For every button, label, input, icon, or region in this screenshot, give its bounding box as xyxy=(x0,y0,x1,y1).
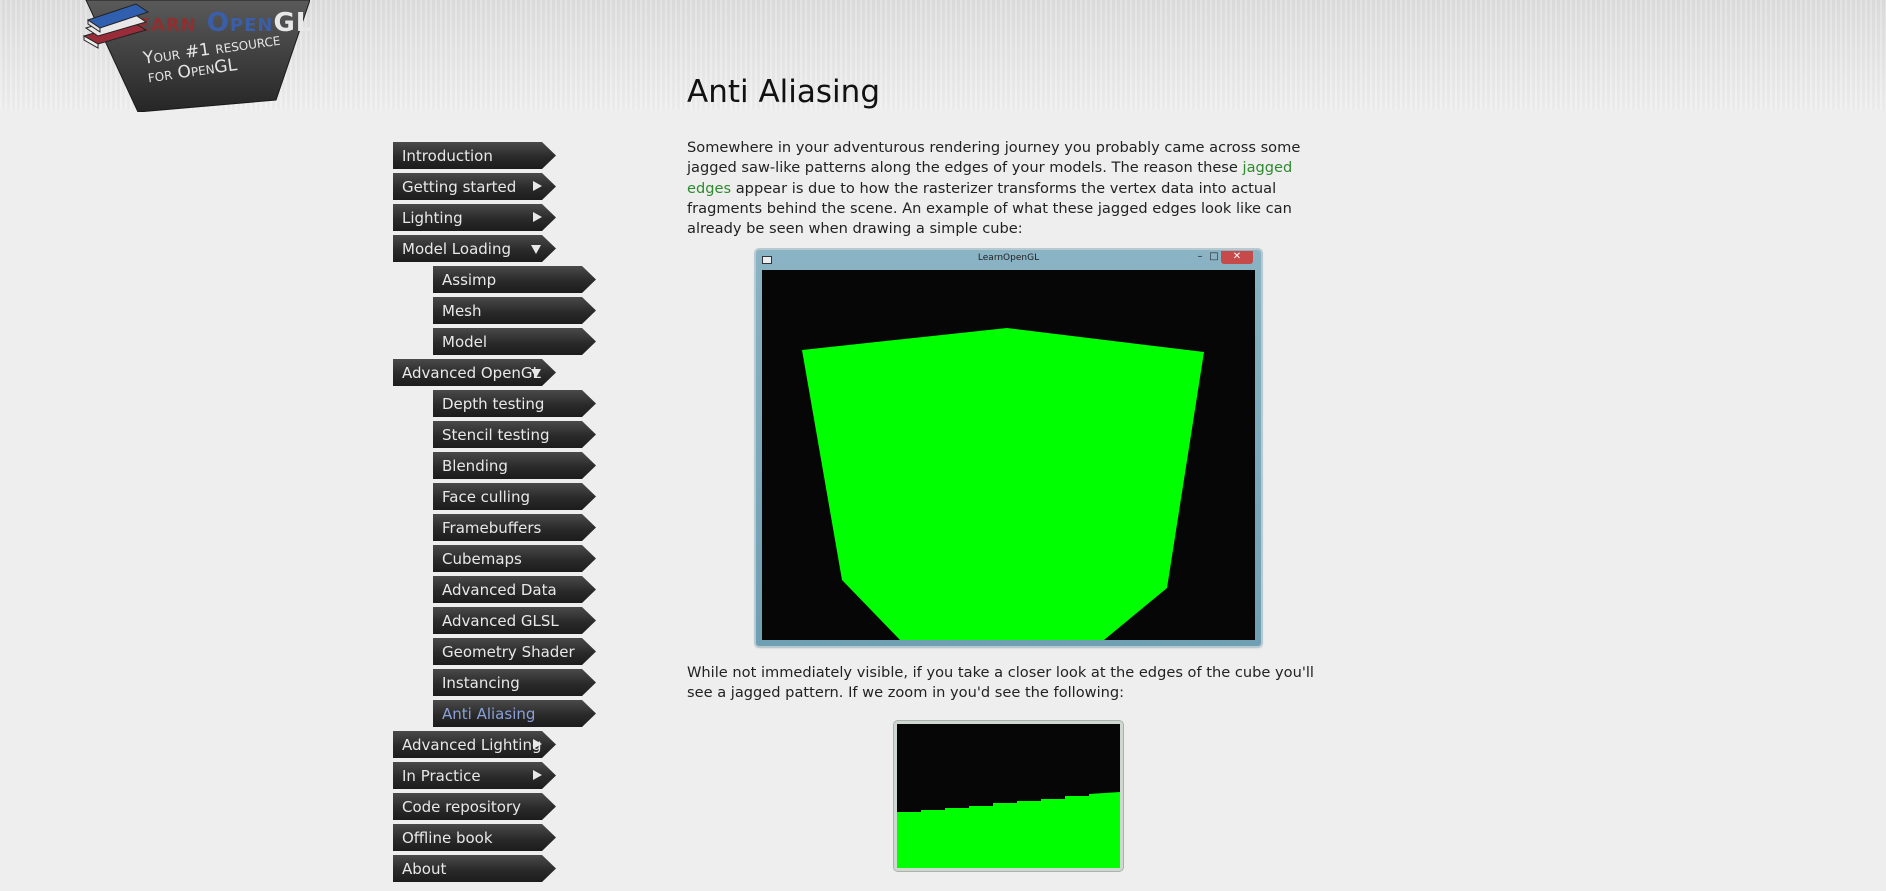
sidebar-item-label: Offline book xyxy=(402,829,493,847)
sidebar-item-label: Introduction xyxy=(402,147,493,165)
window-title: LearnOpenGL xyxy=(977,253,1040,263)
article: Anti Aliasing Somewhere in your adventur… xyxy=(687,70,1327,871)
sidebar-item-label: About xyxy=(402,860,447,878)
sidebar-item-label: In Practice xyxy=(402,767,481,785)
sidebar-item-label: Assimp xyxy=(442,271,497,289)
sidebar-item-label: Advanced GLSL xyxy=(442,612,559,630)
sidebar-item-label: Depth testing xyxy=(442,395,545,413)
sidebar-item-label: Mesh xyxy=(442,302,482,320)
sidebar-item-label: Face culling xyxy=(442,488,530,506)
sidebar-item-label: Advanced Data xyxy=(442,581,557,599)
intro-text-2: appear is due to how the rasterizer tran… xyxy=(687,179,1292,238)
sidebar-item-label: Cubemaps xyxy=(442,550,522,568)
page: Learn OpenGL Your #1 resource for OpenGL… xyxy=(0,0,1886,891)
chevron-down-icon xyxy=(531,369,541,378)
chevron-right-icon xyxy=(533,739,542,749)
sidebar-item-label: Advanced Lighting xyxy=(402,736,542,754)
sidebar-item-label: Instancing xyxy=(442,674,520,692)
sidebar-item-label: Stencil testing xyxy=(442,426,550,444)
sidebar-item-label: Model Loading xyxy=(402,240,511,258)
intro-text-1: Somewhere in your adventurous rendering … xyxy=(687,139,1301,177)
opengl-window-screenshot: LearnOpenGL – □ ✕ xyxy=(756,250,1261,646)
sidebar-item-label: Code repository xyxy=(402,798,522,816)
chevron-down-icon xyxy=(531,245,541,254)
site-logo[interactable]: Learn OpenGL Your #1 resource for OpenGL xyxy=(80,0,312,112)
sidebar-item-label: Framebuffers xyxy=(442,519,542,537)
zoom-paragraph: While not immediately visible, if you ta… xyxy=(687,664,1314,702)
sidebar-item-label: Getting started xyxy=(402,178,517,196)
books-icon xyxy=(82,3,150,49)
maximize-icon: □ xyxy=(1209,251,1219,262)
sidebar-item-label: Anti Aliasing xyxy=(442,705,536,723)
chevron-right-icon xyxy=(533,212,542,222)
sidebar-item-label: Geometry Shader xyxy=(442,643,575,661)
jagged-edge-render xyxy=(897,724,1120,868)
green-cube-render xyxy=(802,328,1204,640)
intro-paragraph: Somewhere in your adventurous rendering … xyxy=(687,138,1327,239)
minimize-icon: – xyxy=(1197,251,1203,262)
render-canvas xyxy=(762,270,1255,640)
window-titlebar: LearnOpenGL – □ ✕ xyxy=(756,250,1261,270)
page-title: Anti Aliasing xyxy=(687,74,880,110)
sidebar-item-label: Blending xyxy=(442,457,508,475)
sidebar-item-label: Model xyxy=(442,333,488,351)
sidebar-item-label: Lighting xyxy=(402,209,463,227)
zoomed-edge-image xyxy=(894,721,1123,871)
chevron-right-icon xyxy=(533,181,542,191)
close-icon: ✕ xyxy=(1221,251,1253,264)
sidebar-item-label: Advanced OpenGL xyxy=(402,364,541,382)
chevron-right-icon xyxy=(533,770,542,780)
